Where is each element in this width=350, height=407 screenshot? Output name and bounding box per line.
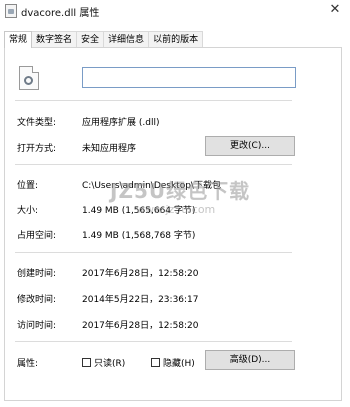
opens-with-label: 打开方式: [17,144,57,154]
divider [15,100,292,101]
divider [15,252,292,253]
created-label: 创建时间: [17,269,57,279]
hidden-checkbox[interactable]: 隐藏(H) [151,356,195,369]
change-button[interactable]: 更改(C)... [205,136,295,156]
readonly-checkbox[interactable]: 只读(R) [82,356,125,369]
file-type-value: 应用程序扩展 (.dll) [82,118,160,128]
general-panel: 文件类型: 应用程序扩展 (.dll) 打开方式: 未知应用程序 更改(C)..… [4,47,342,401]
attributes-label: 属性: [17,359,39,369]
modified-value: 2014年5月22日，23:36:17 [82,295,199,305]
modified-label: 修改时间: [17,295,57,305]
checkbox-box[interactable] [82,358,91,367]
tab-previous-versions[interactable]: 以前的版本 [148,31,204,47]
size-on-disk-value: 1.49 MB (1,568,768 字节) [82,231,196,241]
divider [15,341,292,342]
tab-security[interactable]: 安全 [76,31,105,47]
watermark-text: JZ5U绿色下载 [110,179,251,203]
accessed-label: 访问时间: [17,321,57,331]
checkbox-box[interactable] [151,358,160,367]
tab-digital-signatures[interactable]: 数字签名 [31,31,78,47]
title-bar: dvacore.dll 属性 ✕ [0,0,350,22]
window-title: dvacore.dll 属性 [21,7,100,19]
tab-general[interactable]: 常规 [4,31,33,48]
gear-icon [24,76,33,85]
location-label: 位置: [17,181,39,191]
advanced-button[interactable]: 高级(D)... [205,350,295,370]
dll-file-icon [19,66,39,90]
file-properties-icon [5,4,17,18]
tab-strip: 常规 数字签名 安全 详细信息 以前的版本 [4,31,204,48]
size-label: 大小: [17,206,39,216]
accessed-value: 2017年6月28日，12:58:20 [82,321,199,331]
tab-details[interactable]: 详细信息 [103,31,150,47]
file-name-input[interactable] [82,67,296,88]
size-on-disk-label: 占用空间: [17,231,57,241]
readonly-label: 只读(R) [94,359,126,369]
divider [15,164,292,165]
hidden-label: 隐藏(H) [163,359,195,369]
opens-with-value: 未知应用程序 [82,144,137,154]
file-type-label: 文件类型: [17,118,57,128]
watermark-url: www.jz5u.com [136,203,216,216]
close-icon[interactable]: ✕ [328,3,342,17]
created-value: 2017年6月28日，12:58:20 [82,269,199,279]
